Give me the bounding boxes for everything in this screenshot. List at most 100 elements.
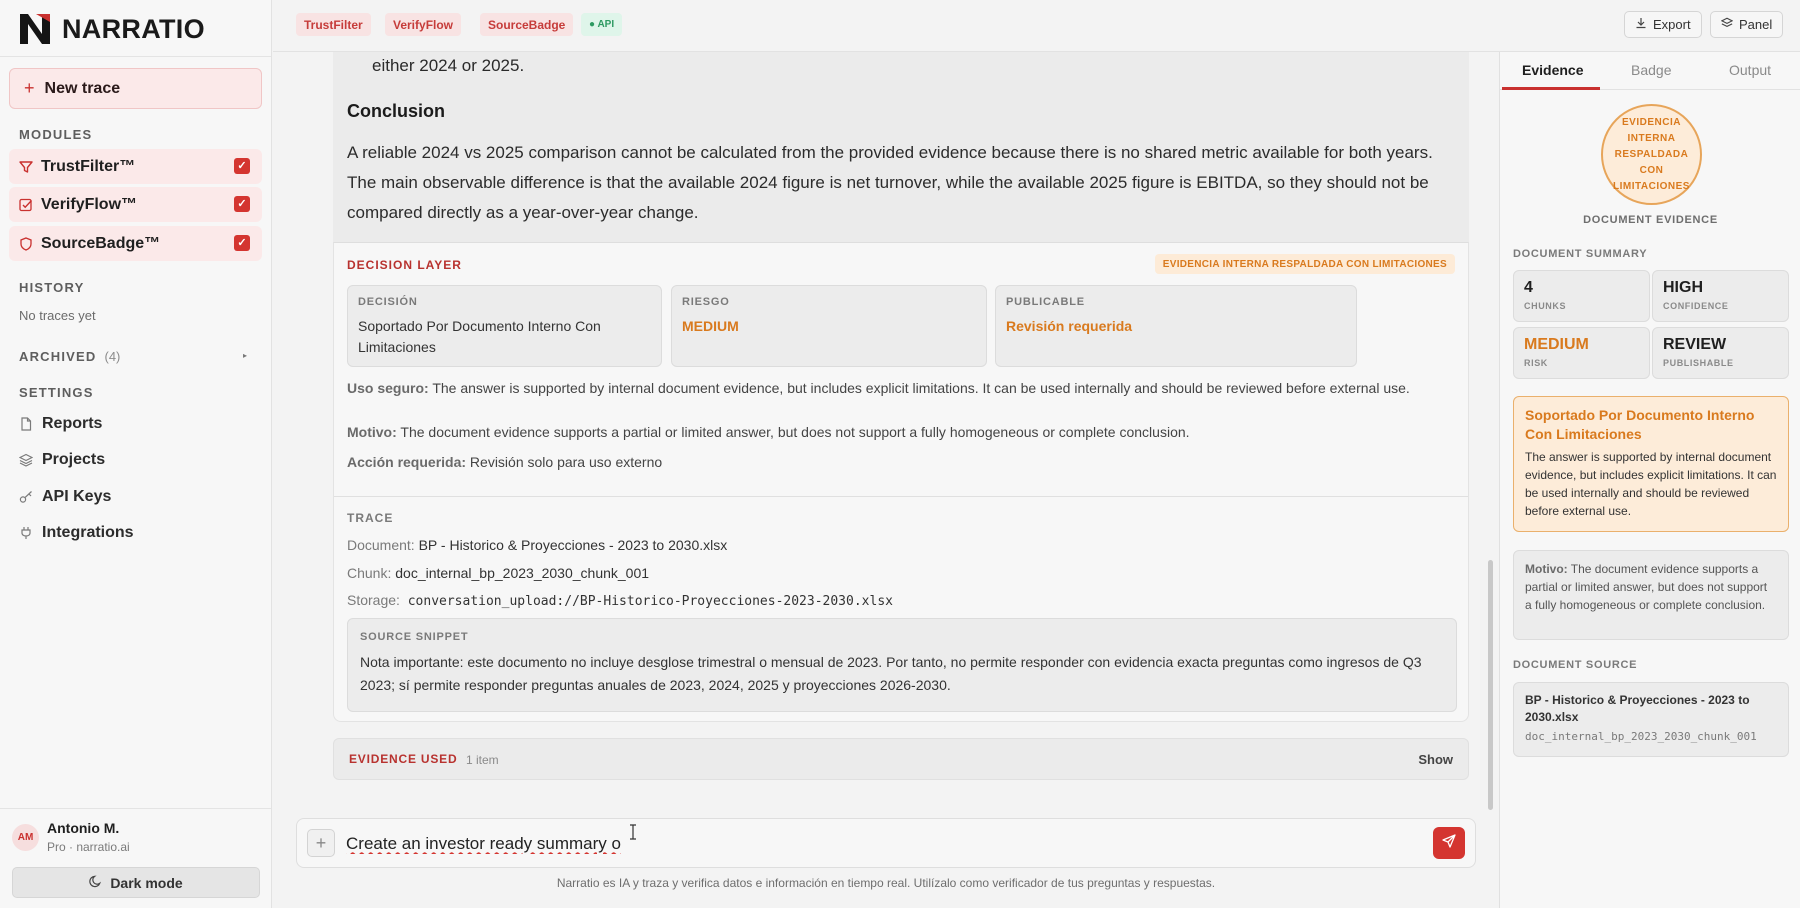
send-button[interactable] — [1433, 827, 1465, 859]
tag-sourcebadge[interactable]: SourceBadge — [480, 13, 574, 36]
stat-value: MEDIUM — [1524, 336, 1589, 353]
disclaimer-text: Narratio es IA y traza y verifica datos … — [556, 876, 1216, 890]
module-sourcebadge[interactable]: SourceBadge™ ✓ — [9, 226, 262, 261]
trace-title: TRACE — [347, 511, 394, 525]
nav-projects[interactable]: Projects — [19, 451, 105, 469]
narratio-logo-icon — [20, 14, 50, 44]
tab-evidence[interactable]: Evidence — [1522, 62, 1583, 78]
module-checkbox[interactable]: ✓ — [234, 235, 250, 251]
module-label: SourceBadge™ — [41, 234, 161, 252]
user-name: Antonio M. — [47, 820, 120, 836]
trace-document-label: Document: — [347, 537, 415, 553]
brand-logo[interactable]: NARRATIO — [16, 12, 205, 46]
history-empty-text: No traces yet — [19, 308, 96, 323]
panel-button[interactable]: Panel — [1710, 11, 1784, 38]
right-panel: Evidence Badge Output EVIDENCIA INTERNA … — [1499, 52, 1800, 908]
tag-verifyflow[interactable]: VerifyFlow — [385, 13, 462, 36]
stat-value: HIGH — [1663, 279, 1703, 296]
chevron-right-icon[interactable]: ▸ — [243, 351, 247, 360]
reason-card-label: Motivo: — [1525, 562, 1568, 576]
avatar[interactable]: AM — [12, 824, 39, 851]
nav-label: Reports — [42, 415, 103, 432]
nav-integrations[interactable]: Integrations — [19, 524, 134, 542]
safe-use-label: Uso seguro: — [347, 380, 429, 396]
nav-label: Integrations — [42, 524, 134, 541]
settings-heading: SETTINGS — [19, 385, 94, 400]
decision-value: Soportado Por Documento Interno Con Limi… — [358, 318, 601, 355]
conclusion-text: A reliable 2024 vs 2025 comparison canno… — [347, 143, 1433, 222]
evidence-used-count: 1 item — [466, 753, 499, 767]
document-source-heading: DOCUMENT SOURCE — [1513, 659, 1638, 671]
shield-icon — [19, 236, 33, 251]
divider — [334, 496, 1468, 497]
decision-trace-card: DECISION LAYER EVIDENCIA INTERNA RESPALD… — [333, 242, 1469, 722]
risk-value: MEDIUM — [682, 318, 739, 334]
required-action-text: Acción requerida: Revisión solo para uso… — [347, 452, 1457, 473]
message-composer: + — [296, 818, 1476, 868]
decision-layer-title: DECISION LAYER — [347, 258, 462, 272]
archived-count: (4) — [104, 349, 121, 364]
tab-badge[interactable]: Badge — [1631, 62, 1671, 78]
dark-mode-button[interactable]: Dark mode — [12, 867, 260, 898]
send-icon — [1442, 833, 1456, 853]
module-trustfilter[interactable]: TrustFilter™ ✓ — [9, 149, 262, 184]
evidence-seal: EVIDENCIA INTERNA RESPALDADA CON LIMITAC… — [1601, 104, 1702, 205]
stat-value: REVIEW — [1663, 336, 1727, 353]
tab-output[interactable]: Output — [1729, 62, 1771, 78]
archived-toggle[interactable]: ARCHIVED (4) — [19, 349, 120, 364]
stat-label: CHUNKS — [1524, 301, 1567, 311]
document-source-chunk: doc_internal_bp_2023_2030_chunk_001 — [1525, 730, 1757, 743]
chat-scrollbar[interactable] — [1488, 560, 1493, 810]
reason-label: Motivo: — [347, 424, 397, 440]
decision-summary-heading: Soportado Por Documento Interno Con Limi… — [1525, 407, 1755, 442]
trace-storage-label: Storage: — [347, 592, 400, 608]
stat-confidence: HIGH CONFIDENCE — [1652, 270, 1789, 322]
decision-label: DECISIÓN — [358, 296, 418, 308]
active-tab-indicator — [1502, 87, 1600, 90]
module-verifyflow[interactable]: VerifyFlow™ ✓ — [9, 187, 262, 222]
show-evidence-button[interactable]: Show — [1418, 752, 1453, 767]
publishable-box: PUBLICABLE Revisión requerida — [995, 285, 1357, 367]
nav-api-keys[interactable]: API Keys — [19, 488, 111, 506]
top-bar: TrustFilter VerifyFlow SourceBadge ● API… — [273, 0, 1800, 52]
module-checkbox[interactable]: ✓ — [234, 196, 250, 212]
stat-risk: MEDIUM RISK — [1513, 327, 1650, 379]
divider — [0, 56, 271, 57]
nav-label: Projects — [42, 451, 106, 468]
download-icon — [1635, 17, 1647, 32]
answer-text: either 2024 or 2025. — [372, 56, 525, 75]
plug-icon — [19, 526, 33, 540]
module-checkbox[interactable]: ✓ — [234, 158, 250, 174]
message-input[interactable] — [346, 832, 1406, 856]
history-heading: HISTORY — [19, 280, 85, 295]
source-snippet-label: SOURCE SNIPPET — [360, 631, 469, 643]
modules-heading: MODULES — [19, 127, 93, 142]
panel-label: Panel — [1739, 17, 1773, 32]
document-summary-heading: DOCUMENT SUMMARY — [1513, 248, 1648, 260]
tag-api[interactable]: ● API — [581, 13, 623, 36]
trace-document-value[interactable]: BP - Historico & Proyecciones - 2023 to … — [419, 537, 728, 553]
layers-icon — [19, 453, 33, 467]
trace-chunk: Chunk: doc_internal_bp_2023_2030_chunk_0… — [347, 565, 649, 581]
stat-label: RISK — [1524, 358, 1548, 368]
attach-button[interactable]: + — [307, 829, 335, 857]
publishable-value: Revisión requerida — [1006, 318, 1133, 334]
source-snippet-text: Nota importante: este documento no inclu… — [360, 654, 1422, 693]
reason-text: Motivo: The document evidence supports a… — [347, 422, 1457, 443]
key-icon — [19, 490, 33, 504]
tag-trustfilter[interactable]: TrustFilter — [296, 13, 371, 36]
evidence-used-bar[interactable]: EVIDENCE USED 1 item Show — [333, 738, 1469, 780]
nav-reports[interactable]: Reports — [19, 415, 102, 433]
trace-chunk-label: Chunk: — [347, 565, 392, 581]
new-trace-label: New trace — [44, 79, 121, 97]
panel-tabs: Evidence Badge Output — [1500, 52, 1800, 90]
check-square-icon — [19, 198, 33, 212]
new-trace-button[interactable]: + New trace — [9, 68, 262, 109]
archived-heading: ARCHIVED — [19, 349, 97, 364]
export-button[interactable]: Export — [1624, 11, 1702, 38]
trace-storage-value: conversation_upload://BP-Historico-Proye… — [407, 594, 893, 609]
document-source-name: BP - Historico & Proyecciones - 2023 to … — [1525, 693, 1750, 724]
required-action-label: Acción requerida: — [347, 454, 467, 470]
document-source-card[interactable]: BP - Historico & Proyecciones - 2023 to … — [1513, 682, 1789, 757]
risk-box: RIESGO MEDIUM — [671, 285, 987, 367]
